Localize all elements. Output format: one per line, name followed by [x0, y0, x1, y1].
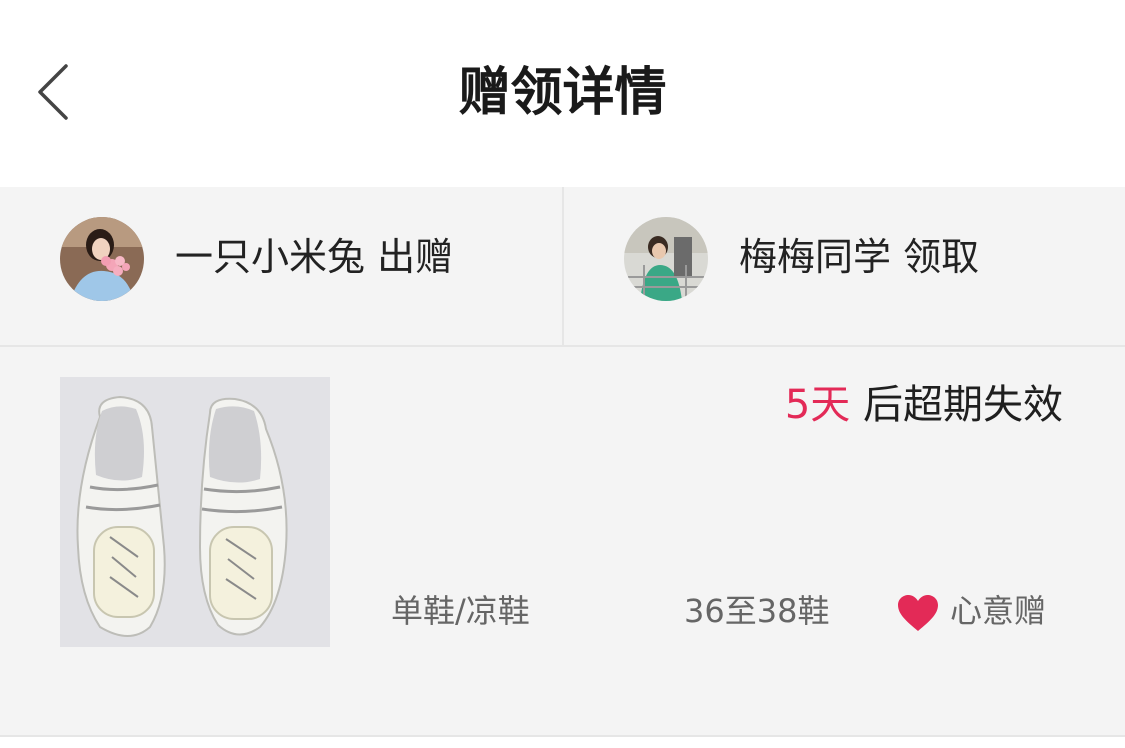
product-image[interactable] [60, 377, 330, 647]
gift-type-label: 心意赠 [950, 592, 1047, 630]
receiver-action: 领取 [903, 235, 980, 279]
top-bar: 赠领详情 [0, 0, 1125, 187]
item-category: 单鞋/凉鞋 [391, 592, 530, 630]
item-size: 36至38鞋 [684, 592, 830, 630]
giver-name: 一只小米兔 [175, 235, 366, 279]
gift-item-card[interactable]: 5天 后超期失效 单鞋/凉鞋 36至38鞋 心意赠 [0, 347, 1125, 737]
giver-card[interactable]: 一只小米兔 出赠 [0, 187, 562, 345]
giver-label: 一只小米兔 出赠 [175, 232, 453, 282]
page-title: 赠领详情 [458, 63, 667, 123]
expiry-days: 5天 [784, 382, 851, 428]
receiver-label: 梅梅同学 领取 [739, 232, 979, 282]
gift-parties: 一只小米兔 出赠 梅梅同学 领取 [0, 187, 1125, 347]
heart-icon [898, 595, 938, 631]
expiry-notice: 5天 后超期失效 [785, 379, 1063, 431]
receiver-avatar[interactable] [624, 217, 708, 301]
receiver-name: 梅梅同学 [739, 235, 892, 279]
giver-avatar[interactable] [60, 217, 144, 301]
expiry-suffix: 后超期失效 [863, 382, 1063, 428]
receiver-card[interactable]: 梅梅同学 领取 [563, 187, 1125, 345]
giver-action: 出赠 [377, 235, 454, 279]
